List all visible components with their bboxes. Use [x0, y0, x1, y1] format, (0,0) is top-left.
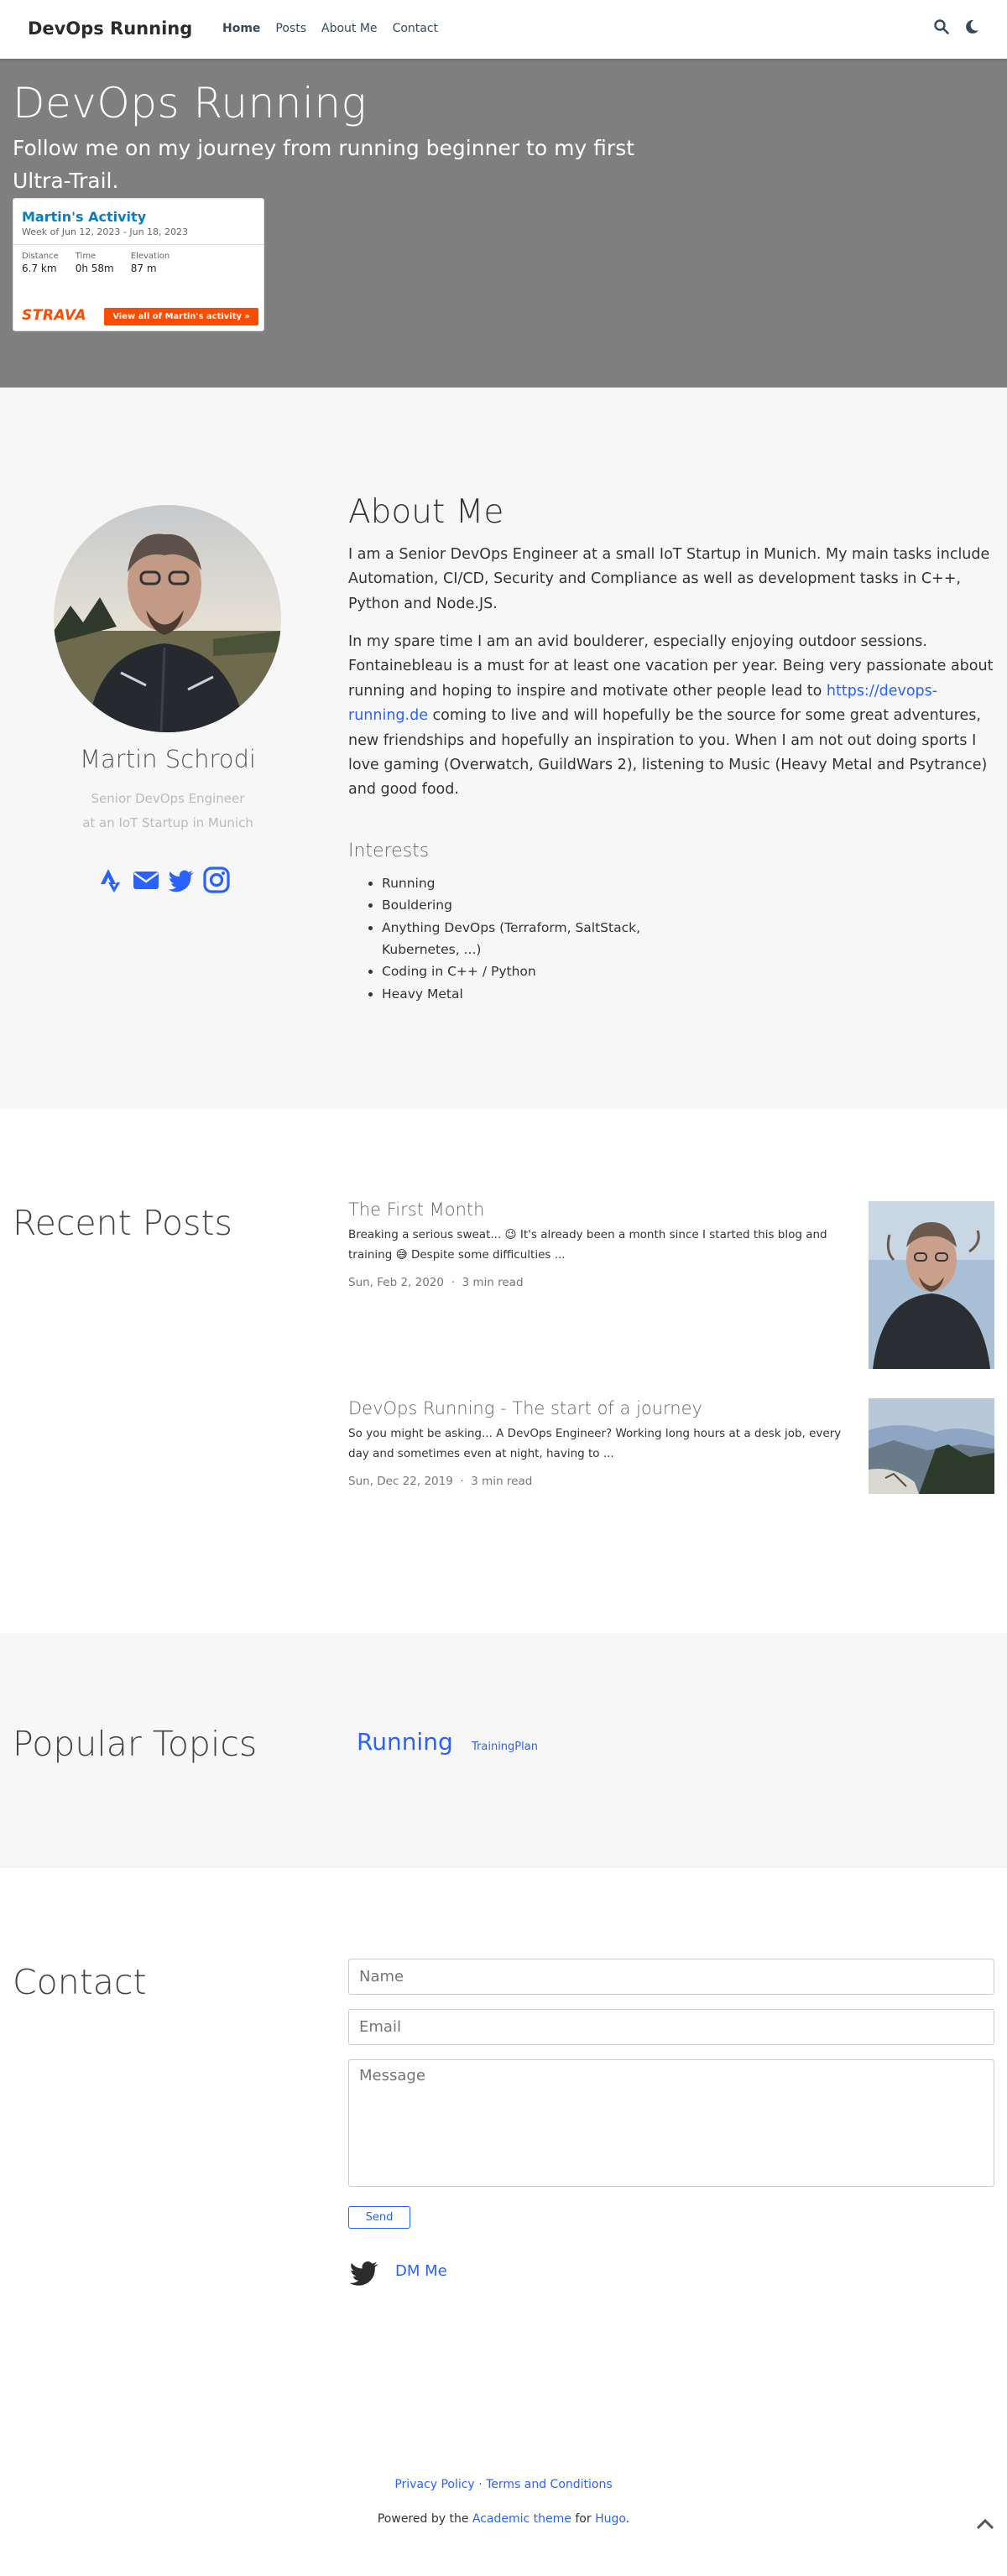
- contact-section: Contact Send DM Me: [0, 1868, 1007, 2455]
- academic-theme-link[interactable]: Academic theme: [472, 2512, 571, 2526]
- post-summary: Breaking a serious sweat... 😉 It's alrea…: [348, 1228, 827, 1262]
- post-summary: So you might be asking... A DevOps Engin…: [348, 1427, 842, 1461]
- nav-posts[interactable]: Posts: [275, 22, 306, 35]
- email-field[interactable]: [348, 2009, 994, 2045]
- hero-title: DevOps Running: [13, 79, 368, 127]
- hero-lead: Follow me on my journey from running beg…: [13, 136, 635, 193]
- about-paragraph: I am a Senior DevOps Engineer at a small…: [348, 546, 990, 612]
- strava-title[interactable]: Martin's Activity: [22, 209, 255, 225]
- footer-separator: ·: [474, 2478, 487, 2491]
- about-paragraph: In my spare time I am an avid boulderer,…: [348, 630, 994, 803]
- strava-header: Martin's Activity Week of Jun 12, 2023 -…: [13, 199, 263, 245]
- meta-separator: ·: [451, 1275, 455, 1289]
- strava-stat-time: Time 0h 58m: [76, 252, 114, 274]
- strava-view-all-button[interactable]: View all of Martin's activity »: [104, 308, 258, 325]
- footer-links: Privacy Policy · Terms and Conditions: [0, 2478, 1007, 2491]
- interests-list: Running Bouldering Anything DevOps (Terr…: [382, 872, 650, 1005]
- post-read-time: 3 min read: [462, 1275, 524, 1289]
- post-thumbnail[interactable]: [869, 1398, 994, 1494]
- section-heading: Contact: [13, 1962, 147, 2002]
- nav-contact[interactable]: Contact: [393, 22, 438, 35]
- tag-running[interactable]: Running: [357, 1728, 453, 1756]
- post-read-time: 3 min read: [471, 1474, 533, 1488]
- powered-by: Powered by the Academic theme for Hugo.: [0, 2512, 1007, 2526]
- envelope-icon[interactable]: [132, 866, 160, 898]
- dm-label[interactable]: DM Me: [395, 2262, 447, 2287]
- powered-period: .: [625, 2512, 630, 2526]
- message-field[interactable]: [348, 2059, 994, 2187]
- twitter-icon[interactable]: [167, 866, 196, 898]
- stat-label: Distance: [22, 252, 59, 261]
- strava-icon[interactable]: [97, 866, 125, 898]
- stat-value: 6.7 km: [22, 263, 57, 274]
- post-meta: Sun, Feb 2, 2020 · 3 min read: [348, 1276, 852, 1289]
- post-thumbnail[interactable]: [869, 1201, 994, 1369]
- twitter-dm-link[interactable]: DM Me: [348, 2259, 447, 2287]
- meta-separator: ·: [460, 1474, 464, 1488]
- post-date: Sun, Dec 22, 2019: [348, 1474, 453, 1488]
- section-heading: Recent Posts: [13, 1203, 232, 1243]
- post-date: Sun, Feb 2, 2020: [348, 1275, 444, 1289]
- strava-stat-distance: Distance 6.7 km: [22, 252, 59, 274]
- nav-links: Home Posts About Me Contact: [222, 22, 453, 35]
- search-icon[interactable]: [933, 18, 950, 39]
- profile-role-line: Senior DevOps Engineer: [91, 791, 245, 806]
- list-item: Anything DevOps (Terraform, SaltStack, K…: [382, 917, 650, 961]
- section-heading: Popular Topics: [13, 1724, 258, 1764]
- strava-logo[interactable]: STRAVA: [22, 307, 86, 324]
- about-text: coming to live and will hopefully be the…: [348, 707, 988, 799]
- send-button[interactable]: Send: [348, 2206, 410, 2229]
- profile-name: Martin Schrodi: [80, 745, 256, 773]
- hugo-link[interactable]: Hugo: [595, 2512, 626, 2526]
- social-links: [97, 866, 231, 898]
- stat-value: 87 m: [130, 263, 157, 274]
- list-item: Coding in C++ / Python: [382, 960, 650, 982]
- chevron-up-icon[interactable]: [975, 2514, 995, 2537]
- post-title[interactable]: DevOps Running - The start of a journey: [348, 1398, 852, 1418]
- strava-widget[interactable]: Martin's Activity Week of Jun 12, 2023 -…: [13, 198, 264, 331]
- about-section: Martin Schrodi Senior DevOps Engineer at…: [0, 388, 1007, 1109]
- post-item: The First Month Breaking a serious sweat…: [348, 1200, 852, 1289]
- about-heading: About Me: [348, 493, 504, 531]
- profile-role: Senior DevOps Engineer at an IoT Startup…: [0, 787, 336, 835]
- stat-label: Time: [75, 252, 97, 261]
- nav-about-me[interactable]: About Me: [321, 22, 378, 35]
- site-brand[interactable]: DevOps Running: [28, 18, 192, 39]
- profile-role-line: at an IoT Startup in Munich: [82, 814, 253, 830]
- privacy-policy-link[interactable]: Privacy Policy: [394, 2478, 474, 2491]
- popular-topics-section: Popular Topics Running TrainingPlan: [0, 1633, 1007, 1868]
- terms-link[interactable]: Terms and Conditions: [486, 2478, 613, 2491]
- navbar: DevOps Running Home Posts About Me Conta…: [0, 0, 1007, 59]
- list-item: Running: [382, 872, 650, 894]
- hero: DevOps Running Follow me on my journey f…: [0, 59, 1007, 388]
- powered-prefix: Powered by the: [377, 2512, 472, 2526]
- name-field[interactable]: [348, 1959, 994, 1995]
- strava-stat-elevation: Elevation 87 m: [131, 252, 170, 274]
- interests-heading: Interests: [348, 840, 430, 861]
- recent-posts-section: Recent Posts The First Month Breaking a …: [0, 1109, 1007, 1633]
- instagram-icon[interactable]: [202, 866, 231, 898]
- powered-for: for: [571, 2512, 596, 2526]
- list-item: Bouldering: [382, 894, 650, 916]
- list-item: Heavy Metal: [382, 983, 650, 1005]
- avatar: [54, 505, 281, 732]
- nav-icons: [933, 18, 980, 39]
- footer: Privacy Policy · Terms and Conditions Po…: [0, 2455, 1007, 2576]
- tag-trainingplan[interactable]: TrainingPlan: [472, 1741, 538, 1753]
- post-title[interactable]: The First Month: [348, 1200, 852, 1220]
- post-item: DevOps Running - The start of a journey …: [348, 1398, 852, 1488]
- stat-value: 0h 58m: [75, 263, 114, 274]
- strava-week: Week of Jun 12, 2023 - Jun 18, 2023: [22, 226, 189, 237]
- moon-icon[interactable]: [963, 18, 980, 39]
- nav-home[interactable]: Home: [222, 22, 260, 35]
- post-meta: Sun, Dec 22, 2019 · 3 min read: [348, 1475, 852, 1488]
- stat-label: Elevation: [130, 252, 170, 261]
- strava-stats: Distance 6.7 km Time 0h 58m Elevation 87…: [13, 245, 263, 281]
